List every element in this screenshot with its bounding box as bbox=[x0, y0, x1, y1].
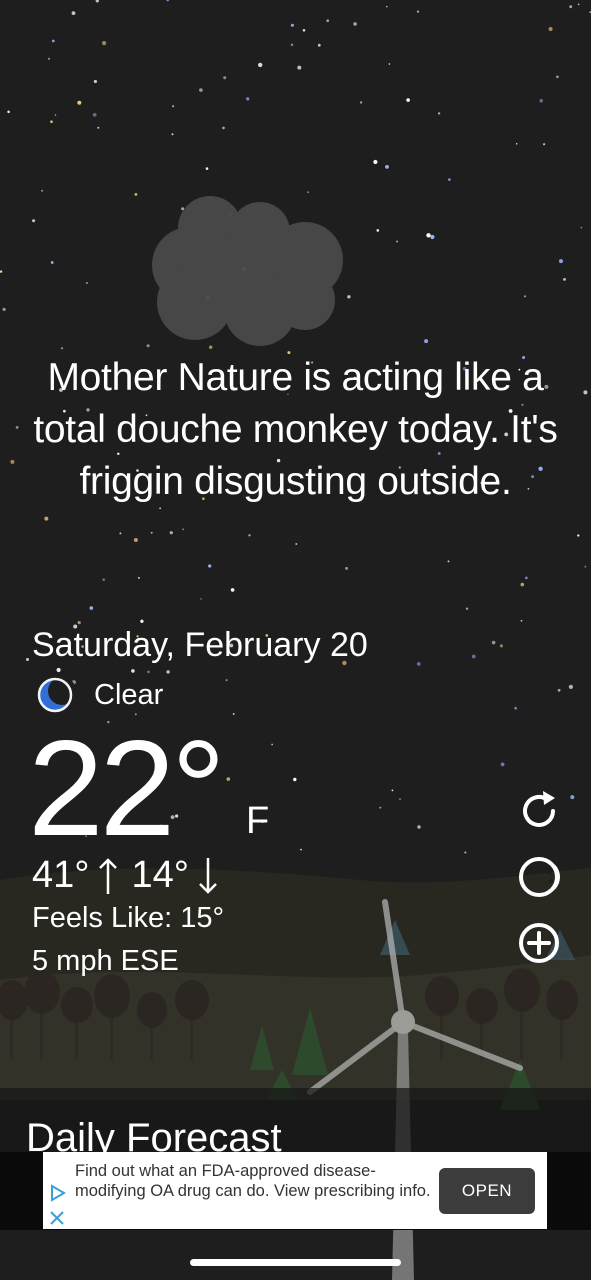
feels-like: Feels Like: 15° bbox=[32, 902, 225, 934]
temperature-unit: F bbox=[246, 800, 270, 842]
forecast-date: Saturday, February 20 bbox=[32, 626, 368, 664]
crescent-moon-icon bbox=[37, 677, 74, 713]
home-indicator[interactable] bbox=[190, 1259, 401, 1266]
adchoices-icon[interactable] bbox=[49, 1184, 67, 1202]
arrow-down-icon bbox=[199, 857, 217, 894]
weather-tagline: Mother Nature is acting like a total dou… bbox=[33, 356, 558, 503]
wind-speed: 5 mph ESE bbox=[32, 945, 179, 977]
ad-open-button[interactable]: OPEN bbox=[439, 1168, 535, 1214]
moon-phase-icon[interactable] bbox=[516, 854, 562, 900]
high-low-temps: 41° 14° bbox=[32, 854, 231, 897]
ad-text[interactable]: Find out what an FDA-approved disease-mo… bbox=[75, 1162, 445, 1201]
add-circle-icon[interactable] bbox=[516, 920, 562, 966]
low-temp: 14° bbox=[131, 854, 189, 896]
ad-banner[interactable]: Find out what an FDA-approved disease-mo… bbox=[43, 1152, 547, 1229]
arrow-up-icon bbox=[99, 857, 118, 894]
cloud-icon bbox=[152, 196, 343, 346]
current-temperature: 22° bbox=[28, 712, 226, 864]
high-temp: 41° bbox=[32, 854, 90, 896]
condition-row: Clear bbox=[36, 674, 163, 716]
refresh-icon[interactable] bbox=[516, 788, 562, 834]
daily-forecast-title: Daily Forecast bbox=[26, 1116, 282, 1152]
close-icon[interactable] bbox=[49, 1210, 65, 1226]
condition-label: Clear bbox=[94, 678, 164, 711]
